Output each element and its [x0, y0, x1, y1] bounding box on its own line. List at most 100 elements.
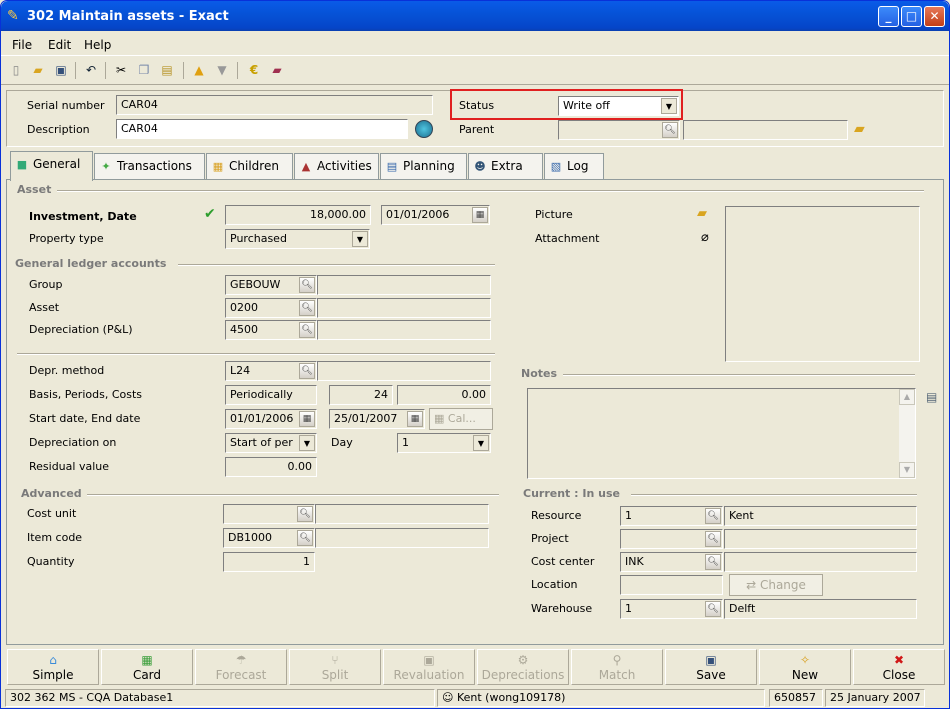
scroll-up-icon[interactable]: ▲ — [899, 389, 915, 405]
asset-account-field[interactable]: 0200 🔍︎ — [225, 298, 317, 318]
picture-box[interactable] — [725, 206, 920, 362]
calendar-icon[interactable]: ▦ — [472, 207, 488, 223]
open-folder-icon[interactable]: ▰ — [854, 121, 865, 137]
tab-activities[interactable]: ▲ Activities — [294, 153, 379, 179]
save-button[interactable]: ▣ Save — [665, 649, 757, 685]
location-field[interactable] — [620, 575, 723, 595]
residual-value-field[interactable]: 0.00 — [225, 457, 317, 477]
arrow-down-icon[interactable]: ▼ — [213, 61, 231, 79]
minimize-button[interactable]: _ — [878, 6, 899, 27]
description-field[interactable]: CAR04 — [116, 119, 408, 139]
investment-date-field[interactable]: 01/01/2006 ▦ — [381, 205, 490, 225]
lookup-icon[interactable]: 🔍︎ — [705, 531, 721, 547]
undo-icon[interactable]: ↶ — [82, 61, 100, 79]
depreciations-button[interactable]: ⚙ Depreciations — [477, 649, 569, 685]
start-end-date-label: Start date, End date — [29, 412, 141, 425]
depreciation-pl-field[interactable]: 4500 🔍︎ — [225, 320, 317, 340]
lookup-icon[interactable]: 🔍︎ — [297, 506, 313, 522]
project-field[interactable]: 🔍︎ — [620, 529, 723, 549]
basis-field[interactable]: Periodically — [225, 385, 317, 405]
save-disk-icon[interactable]: ▣ — [52, 61, 70, 79]
revaluation-button[interactable]: ▣ Revaluation — [383, 649, 475, 685]
book-icon[interactable]: ▰ — [268, 61, 286, 79]
residual-value-label: Residual value — [29, 460, 109, 473]
day-select[interactable]: 1 ▼ — [397, 433, 491, 453]
section-divider — [17, 353, 495, 355]
investment-amount-field[interactable]: 18,000.00 — [225, 205, 371, 225]
lookup-icon[interactable]: 🔍︎ — [705, 508, 721, 524]
calendar-icon[interactable]: ▦ — [299, 411, 315, 427]
new-document-icon[interactable]: ▯ — [7, 61, 25, 79]
calculate-button[interactable]: ▦ Cal... — [429, 408, 493, 430]
lookup-icon[interactable]: 🔍︎ — [297, 530, 313, 546]
chevron-down-icon[interactable]: ▼ — [661, 98, 677, 114]
cut-icon[interactable]: ✂ — [112, 61, 130, 79]
paperclip-icon[interactable]: ⌀ — [701, 230, 709, 245]
lookup-icon[interactable]: 🔍︎ — [705, 554, 721, 570]
end-date-field[interactable]: 25/01/2007 ▦ — [329, 409, 425, 429]
notes-textarea[interactable] — [527, 388, 916, 479]
lookup-icon[interactable]: 🔍︎ — [662, 122, 678, 138]
end-date-value: 25/01/2007 — [334, 412, 398, 425]
toolbar-separator — [237, 62, 238, 79]
group-label: Group — [29, 278, 63, 291]
tab-extra[interactable]: ☻ Extra — [468, 153, 543, 179]
lookup-icon[interactable]: 🔍︎ — [299, 300, 315, 316]
resource-field[interactable]: 1 🔍︎ — [620, 506, 723, 526]
cost-unit-field[interactable]: 🔍︎ — [223, 504, 315, 524]
periods-field[interactable]: 24 — [329, 385, 393, 405]
notes-scrollbar[interactable]: ▲ ▼ — [899, 389, 915, 478]
split-button[interactable]: ⑂ Split — [289, 649, 381, 685]
scroll-down-icon[interactable]: ▼ — [899, 462, 915, 478]
depreciation-on-select[interactable]: Start of per ▼ — [225, 433, 317, 453]
chevron-down-icon[interactable]: ▼ — [473, 435, 489, 451]
item-code-field[interactable]: DB1000 🔍︎ — [223, 528, 315, 548]
open-folder-icon[interactable]: ▰ — [697, 206, 707, 221]
costs-field[interactable]: 0.00 — [397, 385, 491, 405]
new-button[interactable]: ✧ New — [759, 649, 851, 685]
warehouse-field[interactable]: 1 🔍︎ — [620, 599, 723, 619]
calendar-icon[interactable]: ▦ — [407, 411, 423, 427]
tab-planning[interactable]: ▤ Planning — [380, 153, 467, 179]
open-folder-icon[interactable]: ▰ — [29, 61, 47, 79]
notes-document-icon[interactable]: ▤ — [926, 390, 937, 404]
lookup-icon[interactable]: 🔍︎ — [299, 322, 315, 338]
close-window-button[interactable]: ✕ — [924, 6, 945, 27]
serial-number-field[interactable]: CAR04 — [116, 95, 433, 115]
section-divider — [178, 264, 495, 266]
lookup-icon[interactable]: 🔍︎ — [299, 363, 315, 379]
group-field[interactable]: GEBOUW 🔍︎ — [225, 275, 317, 295]
cost-center-field[interactable]: INK 🔍︎ — [620, 552, 723, 572]
section-divider — [57, 190, 924, 192]
arrow-up-icon[interactable]: ▲ — [190, 61, 208, 79]
card-button[interactable]: ▦ Card — [101, 649, 193, 685]
quantity-field[interactable]: 1 — [223, 552, 315, 572]
depr-method-field[interactable]: L24 🔍︎ — [225, 361, 317, 381]
quantity-label: Quantity — [27, 555, 75, 568]
start-date-field[interactable]: 01/01/2006 ▦ — [225, 409, 317, 429]
tab-children[interactable]: ▦ Children — [206, 153, 293, 179]
tab-log[interactable]: ▧ Log — [544, 153, 604, 179]
chevron-down-icon[interactable]: ▼ — [352, 231, 368, 247]
euro-icon[interactable]: € — [245, 61, 263, 79]
lookup-icon[interactable]: 🔍︎ — [299, 277, 315, 293]
menu-help[interactable]: Help — [84, 38, 111, 52]
property-type-select[interactable]: Purchased ▼ — [225, 229, 370, 249]
tab-general[interactable]: ■ General — [10, 151, 93, 181]
close-button[interactable]: ✖ Close — [853, 649, 945, 685]
maximize-button[interactable]: □ — [901, 6, 922, 27]
status-select[interactable]: Write off ▼ — [558, 96, 679, 116]
forecast-button[interactable]: ☂ Forecast — [195, 649, 287, 685]
tab-transactions[interactable]: ✦ Transactions — [94, 153, 205, 179]
menu-file[interactable]: File — [12, 38, 32, 52]
simple-button[interactable]: ⌂ Simple — [7, 649, 99, 685]
match-button[interactable]: ⚲ Match — [571, 649, 663, 685]
paste-icon[interactable]: ▤ — [158, 61, 176, 79]
application-window: ✎ 302 Maintain assets - Exact _ □ ✕ File… — [0, 0, 950, 709]
change-button[interactable]: ⇄ Change — [729, 574, 823, 596]
menu-edit[interactable]: Edit — [48, 38, 71, 52]
globe-icon[interactable] — [415, 120, 433, 138]
lookup-icon[interactable]: 🔍︎ — [705, 601, 721, 617]
copy-icon[interactable]: ❐ — [135, 61, 153, 79]
chevron-down-icon[interactable]: ▼ — [299, 435, 315, 451]
